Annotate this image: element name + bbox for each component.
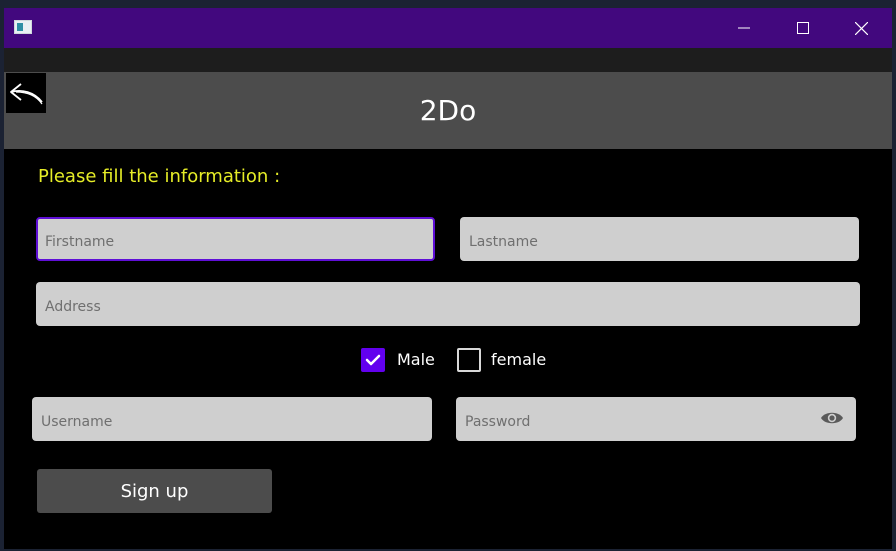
maximize-icon (797, 22, 809, 34)
firstname-field[interactable] (36, 217, 435, 261)
app-icon (14, 20, 32, 34)
address-input[interactable] (36, 282, 860, 326)
female-checkbox[interactable] (457, 348, 481, 372)
title-bar[interactable] (4, 8, 892, 48)
password-input[interactable] (456, 397, 856, 441)
minimize-button[interactable] (721, 8, 767, 48)
back-button[interactable] (6, 73, 46, 113)
lastname-input[interactable] (460, 217, 859, 261)
signup-button[interactable]: Sign up (37, 469, 272, 513)
username-field[interactable] (32, 397, 432, 441)
password-field[interactable] (456, 397, 856, 441)
lastname-field[interactable] (460, 217, 859, 261)
checkmark-icon (365, 354, 381, 366)
male-checkbox[interactable] (361, 348, 385, 372)
minimize-icon (738, 27, 750, 29)
app-window: 2Do Please fill the information : Male f… (4, 8, 892, 549)
firstname-input[interactable] (38, 219, 433, 259)
back-arrow-icon (10, 83, 43, 105)
menu-bar (4, 48, 892, 72)
form-instruction: Please fill the information : (38, 166, 281, 187)
close-button[interactable] (838, 8, 884, 48)
close-icon (854, 21, 868, 35)
header-bar: 2Do (4, 72, 892, 149)
eye-icon[interactable] (820, 409, 844, 427)
username-input[interactable] (32, 397, 432, 441)
address-field[interactable] (36, 282, 860, 326)
male-label[interactable]: Male (397, 350, 435, 369)
female-label[interactable]: female (491, 350, 546, 369)
maximize-button[interactable] (780, 8, 826, 48)
page-title: 2Do (419, 94, 477, 127)
